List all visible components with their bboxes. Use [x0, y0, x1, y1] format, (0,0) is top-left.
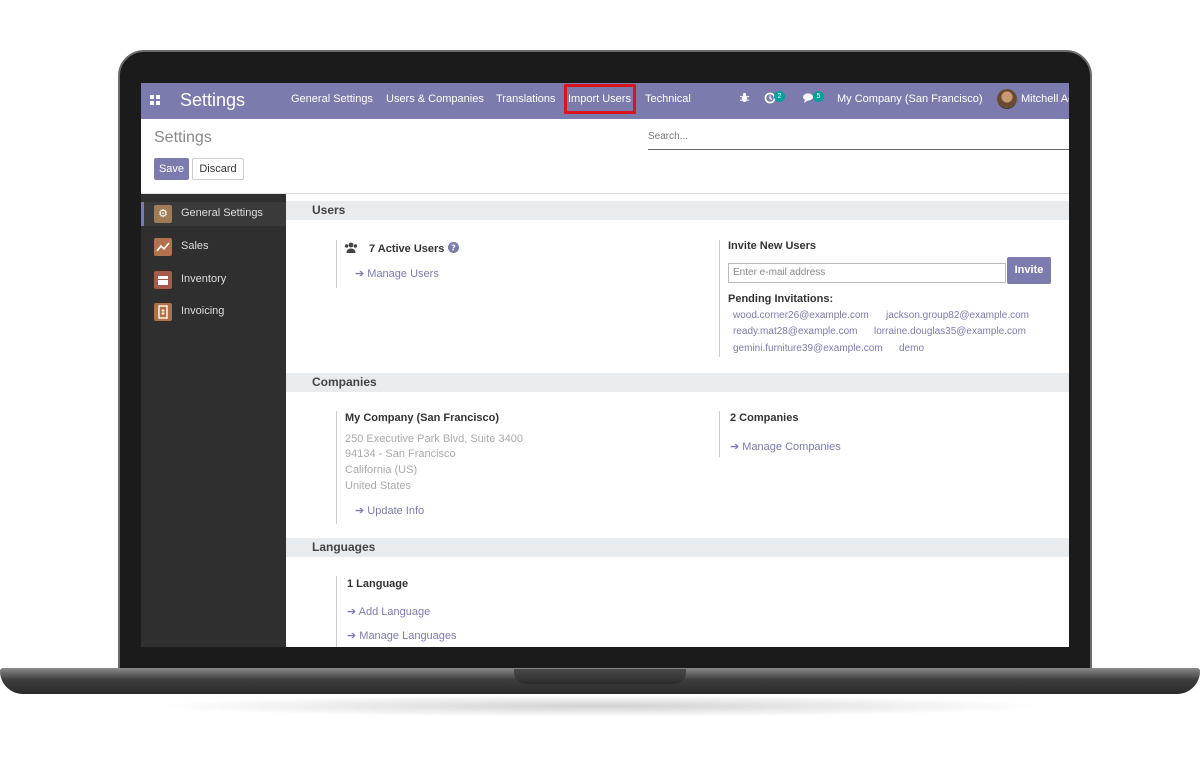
help-question-icon[interactable]: ?: [448, 242, 459, 256]
link-label: Manage Companies: [742, 441, 841, 453]
debug-bug-icon[interactable]: [739, 92, 750, 106]
activity-count-badge: 2: [774, 91, 785, 102]
sidebar-item-general-settings[interactable]: ⚙ General Settings: [141, 202, 286, 226]
divider: [719, 411, 720, 457]
laptop-shadow: [150, 695, 1050, 717]
active-users-count: 7 Active Users: [369, 243, 445, 255]
arrow-right-icon: ➔: [347, 606, 357, 618]
manage-users-link[interactable]: ➔ Manage Users: [355, 267, 439, 280]
pending-invitation[interactable]: wood.corner26@example.com: [733, 310, 869, 321]
search-placeholder: Search...: [648, 131, 689, 142]
company-switcher[interactable]: My Company (San Francisco): [837, 93, 983, 105]
invoice-icon: [154, 303, 172, 321]
sidebar-item-label: Invoicing: [181, 305, 225, 317]
gear-icon: ⚙: [154, 205, 172, 223]
settings-sidebar: ⚙ General Settings Sales Inventory Invoi…: [141, 194, 286, 647]
company-address-line: 94134 - San Francisco: [345, 448, 456, 460]
pending-invitation[interactable]: jackson.group82@example.com: [886, 310, 1029, 321]
divider: [336, 411, 337, 524]
section-title: Languages: [312, 540, 376, 554]
sidebar-item-sales[interactable]: Sales: [141, 235, 286, 259]
manage-companies-link[interactable]: ➔ Manage Companies: [730, 440, 841, 453]
manage-languages-link[interactable]: ➔ Manage Languages: [347, 629, 457, 642]
companies-count: 2 Companies: [730, 412, 799, 424]
divider: [336, 576, 337, 647]
save-button[interactable]: Save: [154, 158, 189, 180]
app-screen: Settings General Settings Users & Compan…: [141, 83, 1069, 647]
users-group-icon: [344, 242, 358, 257]
input-placeholder: Enter e-mail address: [733, 267, 826, 278]
link-label: Add Language: [358, 606, 431, 618]
app-title: Settings: [180, 90, 246, 110]
pending-invitation[interactable]: demo: [899, 343, 924, 354]
section-users: Users: [286, 201, 1069, 220]
company-address-line: California (US): [345, 464, 418, 476]
top-navbar: Settings General Settings Users & Compan…: [141, 83, 1069, 119]
link-label: Manage Users: [367, 268, 439, 280]
arrow-right-icon: ➔: [355, 268, 365, 280]
sidebar-item-label: General Settings: [181, 207, 263, 219]
arrow-right-icon: ➔: [730, 441, 740, 453]
divider: [336, 240, 337, 288]
messages-count-badge: 5: [813, 91, 824, 102]
highlight-box: [564, 84, 636, 114]
invite-button[interactable]: Invite: [1007, 257, 1051, 284]
section-title: Users: [312, 203, 346, 217]
laptop-notch: [514, 669, 686, 684]
section-companies: Companies: [286, 373, 1069, 392]
menu-users-companies[interactable]: Users & Companies: [386, 93, 484, 105]
arrow-right-icon: ➔: [355, 505, 365, 517]
discard-button[interactable]: Discard: [192, 158, 244, 180]
invite-email-input[interactable]: Enter e-mail address: [728, 263, 1006, 283]
menu-general-settings[interactable]: General Settings: [291, 93, 373, 105]
pending-invitations-title: Pending Invitations:: [728, 293, 834, 305]
section-title: Companies: [312, 375, 377, 389]
sidebar-item-inventory[interactable]: Inventory: [141, 268, 286, 292]
languages-count: 1 Language: [347, 578, 409, 590]
invite-title: Invite New Users: [728, 240, 817, 252]
sidebar-item-invoicing[interactable]: Invoicing: [141, 300, 286, 324]
chart-icon: [154, 238, 172, 256]
company-name: My Company (San Francisco): [345, 412, 500, 424]
user-menu[interactable]: Mitchell Ad: [1021, 93, 1069, 105]
search-input[interactable]: Search...: [648, 130, 1069, 150]
svg-text:?: ?: [451, 244, 456, 253]
menu-technical[interactable]: Technical: [645, 93, 691, 105]
box-icon: [154, 271, 172, 289]
company-address-line: United States: [345, 480, 412, 492]
add-language-link[interactable]: ➔ Add Language: [347, 605, 430, 618]
pending-invitation[interactable]: lorraine.douglas35@example.com: [874, 326, 1026, 337]
sidebar-item-label: Sales: [181, 240, 209, 252]
update-info-link[interactable]: ➔ Update Info: [355, 504, 424, 517]
arrow-right-icon: ➔: [347, 630, 357, 642]
divider: [719, 240, 720, 357]
menu-translations[interactable]: Translations: [496, 93, 556, 105]
apps-grid-icon[interactable]: [150, 95, 161, 106]
company-address-line: 250 Executive Park Blvd, Suite 3400: [345, 433, 523, 445]
link-label: Update Info: [367, 505, 425, 517]
page-title: Settings: [154, 129, 212, 146]
section-languages: Languages: [286, 538, 1069, 557]
pending-invitation[interactable]: gemini.furniture39@example.com: [733, 343, 883, 354]
user-avatar[interactable]: [997, 89, 1017, 109]
sidebar-item-label: Inventory: [181, 273, 227, 285]
pending-invitation[interactable]: ready.mat28@example.com: [733, 326, 857, 337]
link-label: Manage Languages: [359, 630, 457, 642]
